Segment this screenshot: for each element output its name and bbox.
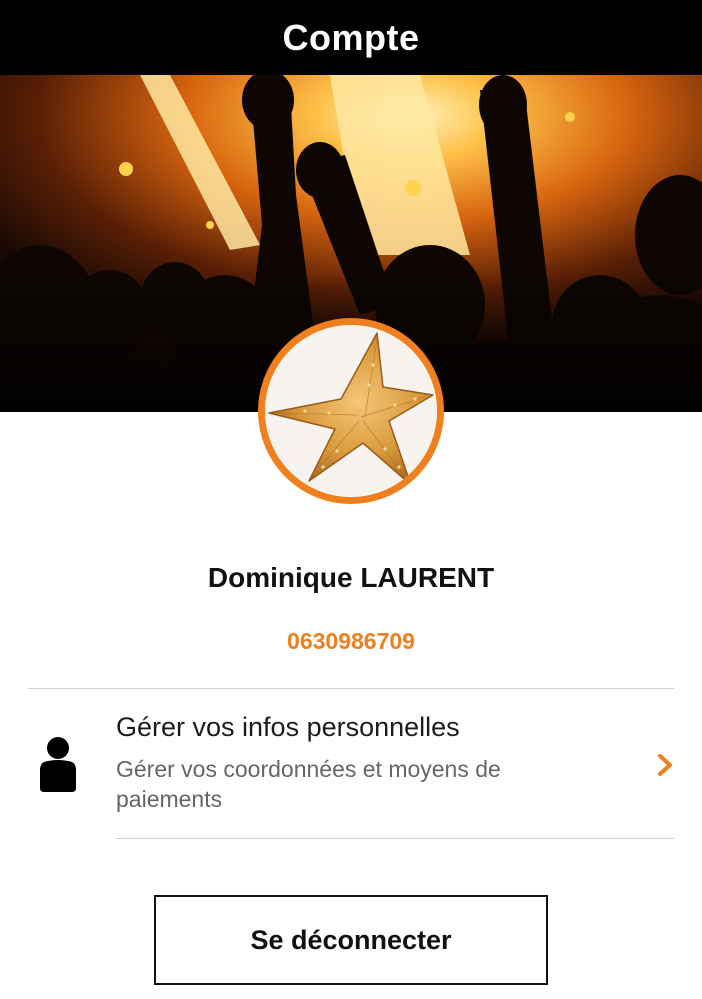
logout-button[interactable]: Se déconnecter	[154, 895, 548, 985]
starfish-image	[265, 325, 437, 497]
person-icon	[40, 737, 76, 792]
menu-item-subtitle: Gérer vos coordonnées et moyens de paiem…	[116, 756, 501, 812]
top-bar: Compte	[0, 0, 702, 75]
chevron-right-icon	[658, 754, 672, 776]
page-title: Compte	[282, 16, 420, 58]
user-phone-number: 0630986709	[287, 628, 415, 654]
menu-item-title: Gérer vos infos personnelles	[116, 712, 460, 742]
user-name: Dominique LAURENT	[207, 562, 495, 593]
logout-label: Se déconnecter	[250, 924, 452, 955]
manage-personal-info-item[interactable]: Gérer vos infos personnelles Gérer vos c…	[0, 690, 702, 838]
divider	[116, 838, 674, 839]
profile-avatar[interactable]	[258, 318, 444, 504]
divider	[28, 688, 674, 689]
